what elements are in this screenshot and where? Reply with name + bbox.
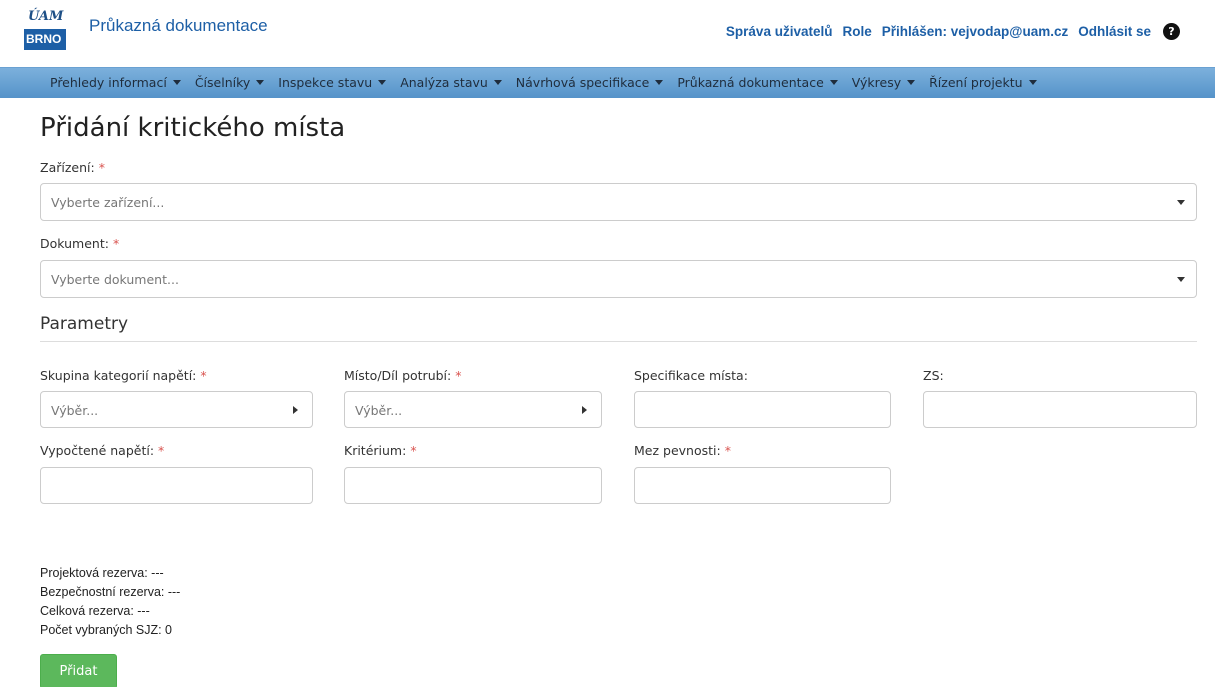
device-select-placeholder: Vyberte zařízení...: [51, 195, 165, 210]
nav-item-label: Analýza stavu: [400, 75, 488, 90]
device-select[interactable]: Vyberte zařízení...: [40, 183, 1197, 221]
main-navbar: Přehledy informací Číselníky Inspekce st…: [0, 67, 1215, 98]
criterion-label: Kritérium: *: [344, 443, 417, 458]
criterion-label-text: Kritérium:: [344, 443, 407, 458]
user-links: Správa uživatelů Role Přihlášen: vejvoda…: [716, 23, 1180, 40]
caret-down-icon: [1028, 80, 1037, 85]
required-marker: *: [98, 160, 105, 175]
logout-link[interactable]: Odhlásit se: [1078, 24, 1151, 39]
zs-input[interactable]: [923, 391, 1197, 428]
page-title: Přidání kritického místa: [40, 113, 346, 143]
project-reserve-text: Projektová rezerva: ---: [40, 566, 164, 580]
document-select-placeholder: Vyberte dokument...: [51, 272, 179, 287]
nav-item-label: Výkresy: [851, 75, 902, 90]
logo-top-text: ÚAM: [28, 9, 64, 24]
stress-group-label: Skupina kategorií napětí: *: [40, 368, 207, 383]
caret-down-icon: [493, 80, 502, 85]
nav-ciselniky[interactable]: Číselníky: [194, 75, 265, 90]
selected-count-text: Počet vybraných SJZ: 0: [40, 623, 173, 637]
document-label-text: Dokument:: [40, 236, 109, 251]
nav-vykresy[interactable]: Výkresy: [851, 75, 916, 90]
stress-group-select[interactable]: Výběr...: [40, 391, 313, 428]
caret-down-icon: [1177, 277, 1185, 282]
section-divider: [40, 341, 1197, 342]
top-header: ÚAM BRNO Průkazná dokumentace Správa uži…: [0, 0, 1215, 64]
nav-item-label: Řízení projektu: [929, 75, 1023, 90]
nav-item-label: Průkazná dokumentace: [677, 75, 824, 90]
nav-analyza-stavu[interactable]: Analýza stavu: [400, 75, 502, 90]
nav-navrhova-specifikace[interactable]: Návrhová specifikace: [516, 75, 664, 90]
nav-item-label: Návrhová specifikace: [515, 75, 650, 90]
caret-down-icon: [256, 80, 265, 85]
logo-bottom-text: BRNO: [24, 29, 66, 50]
criterion-input[interactable]: [344, 467, 602, 504]
document-select[interactable]: Vyberte dokument...: [40, 260, 1197, 298]
place-select[interactable]: Výběr...: [344, 391, 602, 428]
nav-prukazna-dokumentace[interactable]: Průkazná dokumentace: [677, 75, 838, 90]
computed-stress-label: Vypočtené napětí: *: [40, 443, 164, 458]
place-spec-label: Specifikace místa:: [634, 368, 748, 383]
zs-label: ZS:: [923, 368, 944, 383]
place-spec-input[interactable]: [634, 391, 891, 428]
stress-group-placeholder: Výběr...: [51, 403, 99, 418]
total-reserve-text: Celková rezerva: ---: [40, 604, 150, 618]
place-placeholder: Výběr...: [355, 403, 403, 418]
nav-item-label: Číselníky: [194, 75, 251, 90]
help-icon[interactable]: ?: [1163, 23, 1180, 40]
nav-rizeni-projektu[interactable]: Řízení projektu: [929, 75, 1037, 90]
user-admin-link[interactable]: Správa uživatelů: [726, 24, 833, 39]
device-label: Zařízení: *: [40, 160, 105, 175]
caret-right-icon: [582, 406, 587, 414]
nav-item-label: Inspekce stavu: [278, 75, 373, 90]
place-spec-label-text: Specifikace místa:: [634, 368, 748, 383]
add-button[interactable]: Přidat: [40, 654, 117, 687]
required-marker: *: [200, 368, 207, 383]
required-marker: *: [455, 368, 462, 383]
place-label-text: Místo/Díl potrubí:: [344, 368, 452, 383]
required-marker: *: [410, 443, 417, 458]
caret-down-icon: [907, 80, 916, 85]
logged-in-user-link[interactable]: Přihlášen: vejvodap@uam.cz: [882, 24, 1068, 39]
role-link[interactable]: Role: [842, 24, 871, 39]
uam-brno-logo[interactable]: ÚAM BRNO: [24, 8, 70, 50]
caret-down-icon: [655, 80, 664, 85]
caret-down-icon: [172, 80, 181, 85]
app-title[interactable]: Průkazná dokumentace: [89, 16, 268, 36]
required-marker: *: [158, 443, 165, 458]
caret-down-icon: [1177, 200, 1185, 205]
strength-limit-label: Mez pevnosti: *: [634, 443, 731, 458]
strength-limit-input[interactable]: [634, 467, 891, 504]
required-marker: *: [112, 236, 120, 251]
required-marker: *: [724, 443, 731, 458]
nav-prehledy-informaci[interactable]: Přehledy informací: [50, 75, 181, 90]
computed-stress-label-text: Vypočtené napětí:: [40, 443, 155, 458]
strength-limit-label-text: Mez pevnosti:: [634, 443, 721, 458]
caret-down-icon: [378, 80, 387, 85]
nav-item-label: Přehledy informací: [50, 75, 167, 90]
stress-group-label-text: Skupina kategorií napětí:: [40, 368, 197, 383]
document-label: Dokument: *: [40, 236, 119, 251]
computed-stress-input[interactable]: [40, 467, 313, 504]
zs-label-text: ZS:: [923, 368, 944, 383]
caret-right-icon: [293, 406, 298, 414]
caret-down-icon: [829, 80, 838, 85]
place-label: Místo/Díl potrubí: *: [344, 368, 461, 383]
parameters-heading: Parametry: [40, 314, 129, 334]
device-label-text: Zařízení:: [40, 160, 95, 175]
safety-reserve-text: Bezpečnostní rezerva: ---: [40, 585, 181, 599]
nav-inspekce-stavu[interactable]: Inspekce stavu: [278, 75, 387, 90]
